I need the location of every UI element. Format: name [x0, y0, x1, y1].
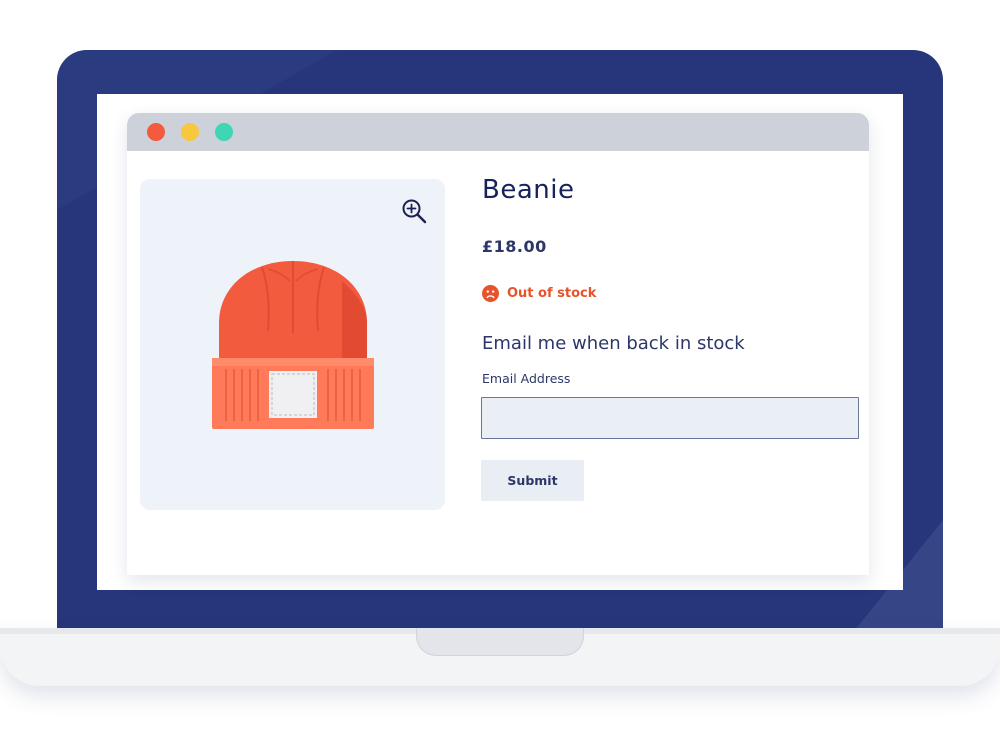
product-price: £18.00: [482, 237, 547, 256]
close-window-button[interactable]: [147, 123, 165, 141]
email-label: Email Address: [482, 371, 571, 386]
product-title: Beanie: [482, 175, 575, 205]
submit-button[interactable]: Submit: [481, 460, 584, 501]
notify-heading: Email me when back in stock: [482, 333, 745, 354]
maximize-window-button[interactable]: [215, 123, 233, 141]
browser-title-bar: [127, 113, 869, 151]
minimize-window-button[interactable]: [181, 123, 199, 141]
product-image-panel: [140, 179, 445, 510]
sad-face-icon: [482, 284, 499, 302]
stock-status: Out of stock: [482, 284, 596, 302]
stock-status-text: Out of stock: [507, 285, 597, 301]
zoom-in-icon[interactable]: [401, 198, 427, 224]
laptop-notch: [416, 628, 584, 656]
email-field[interactable]: [481, 397, 859, 439]
browser-window: Beanie £18.00 Out of stock Email me when…: [127, 113, 869, 575]
beanie-hat-image: [212, 261, 374, 429]
